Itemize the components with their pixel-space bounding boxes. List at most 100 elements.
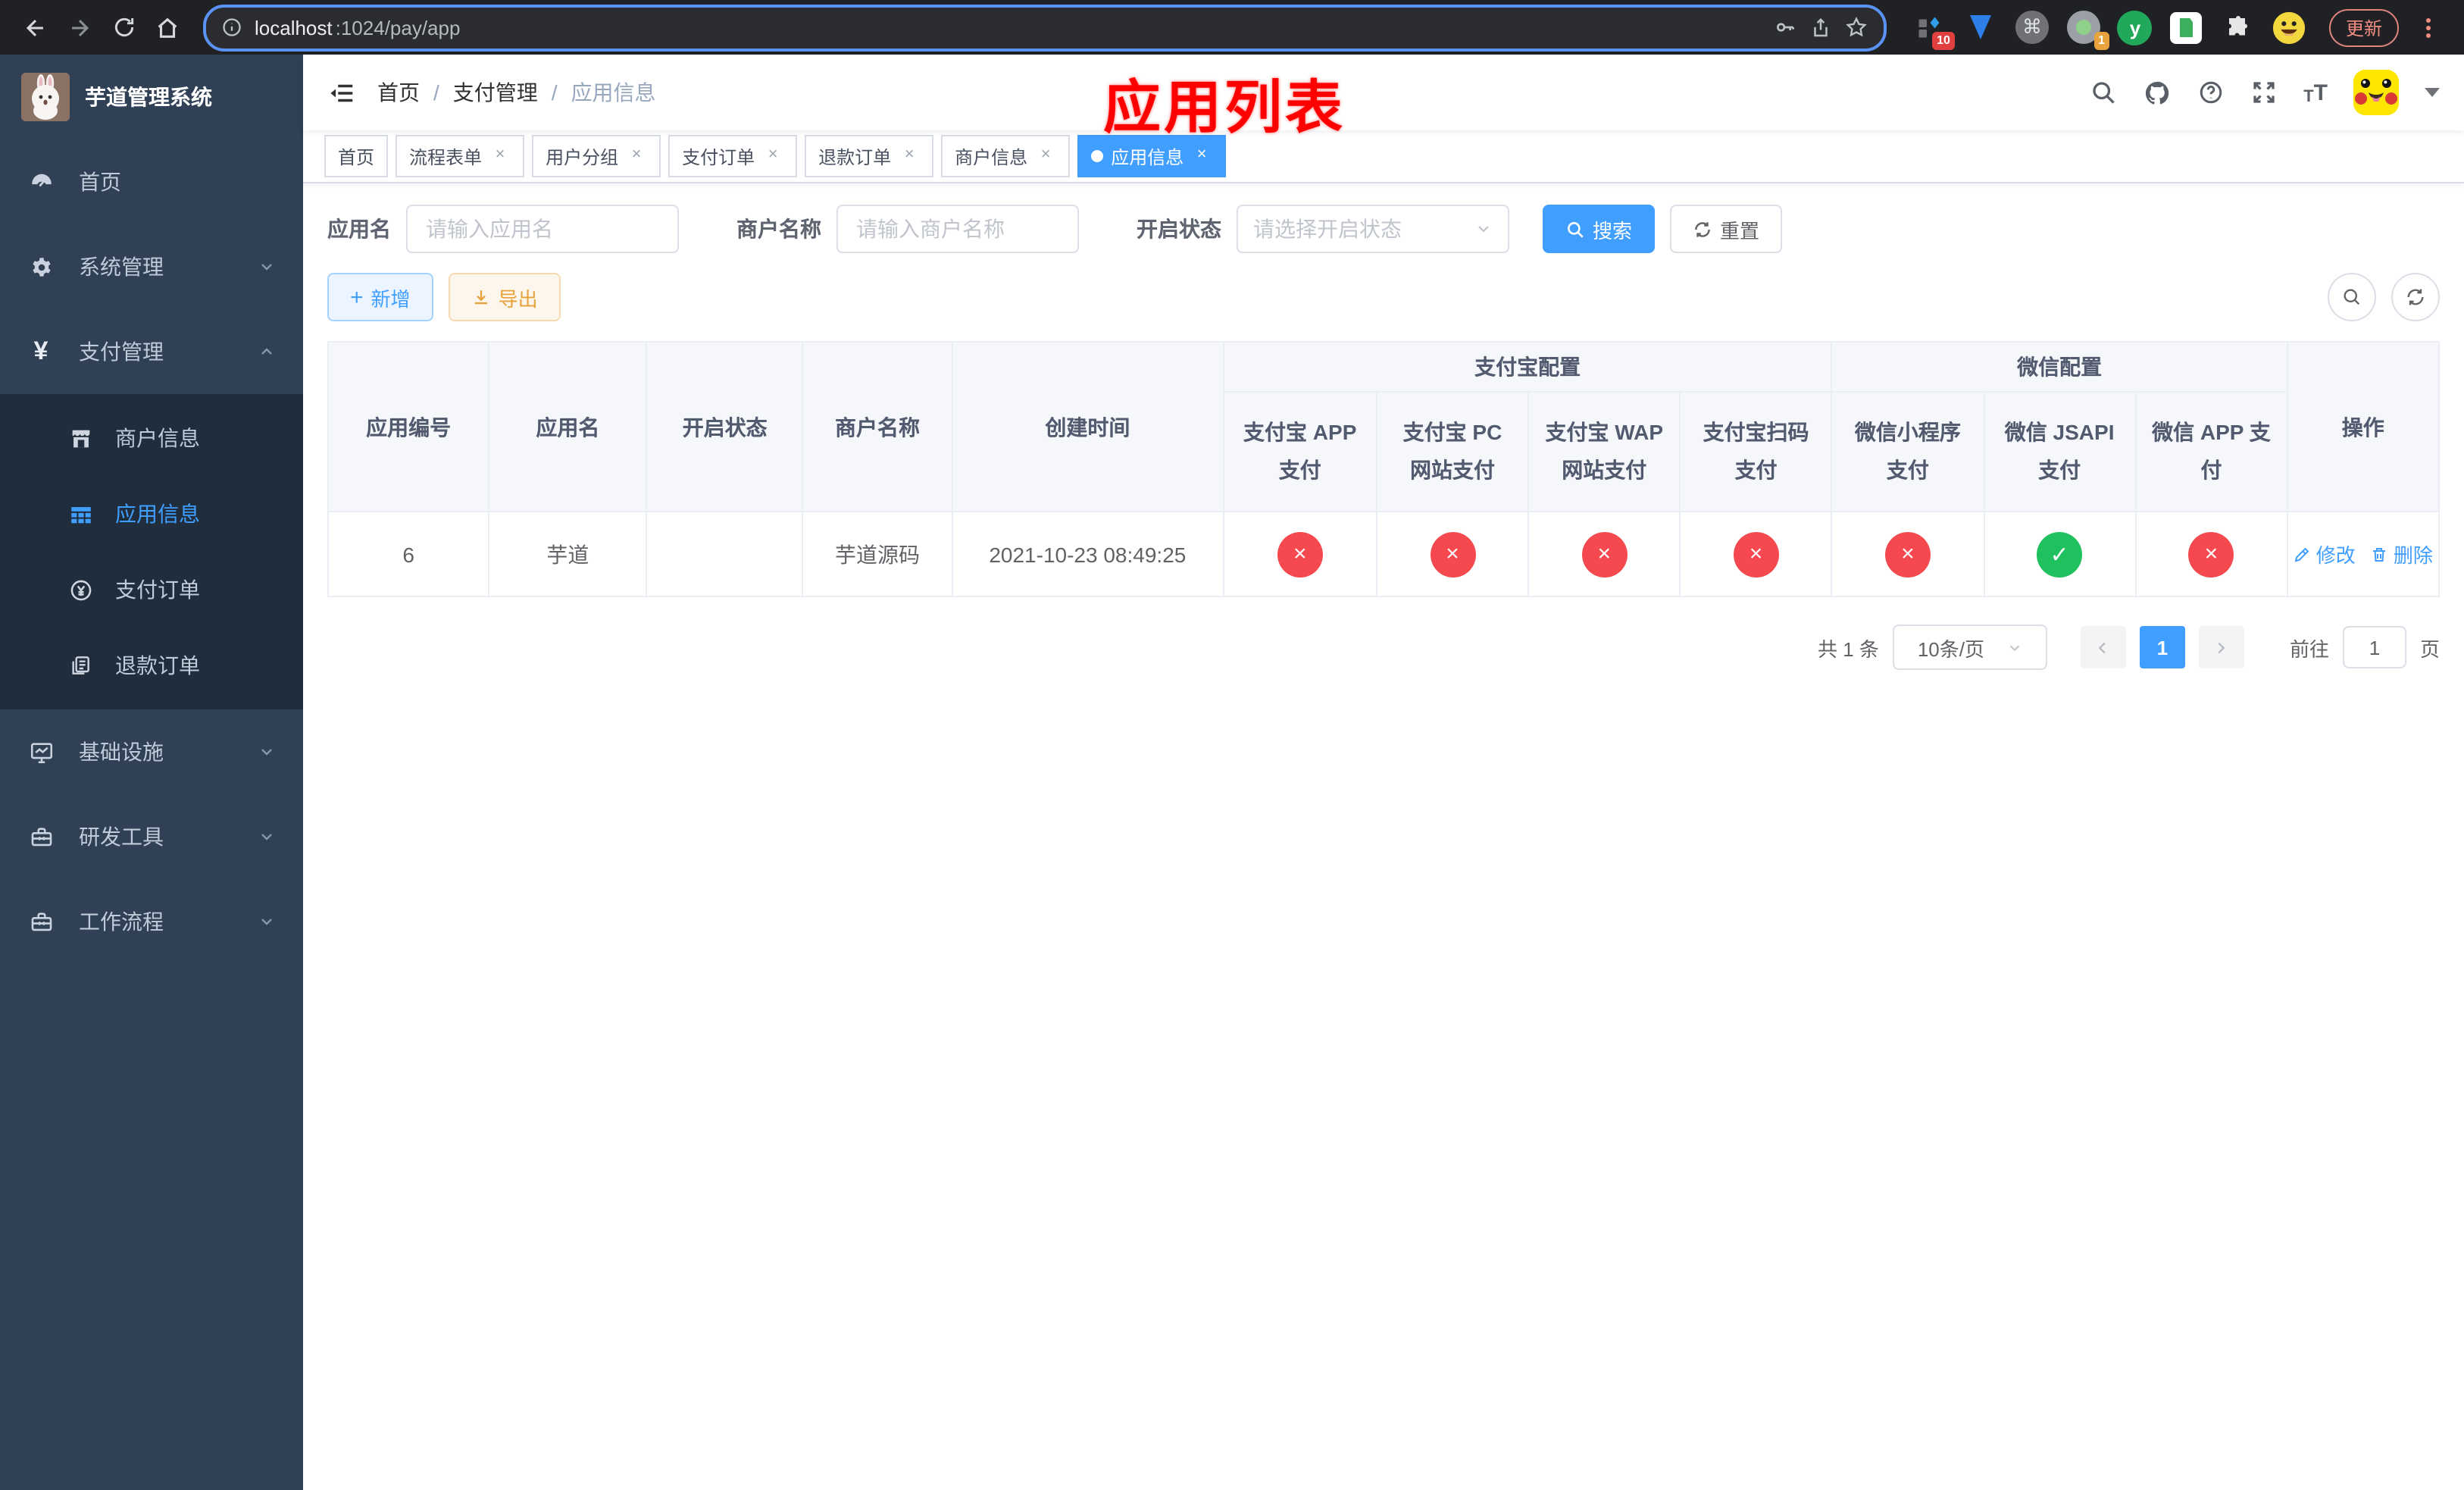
close-tab-icon[interactable]: × (899, 146, 920, 167)
document-copy-icon (67, 653, 94, 678)
share-icon[interactable] (1809, 16, 1832, 39)
url-path: :1024/pay/app (335, 16, 461, 39)
forward-icon[interactable] (59, 7, 100, 48)
url-host: localhost (255, 16, 333, 39)
sidebar-item-merchant-info[interactable]: 商户信息 (0, 400, 303, 476)
export-button[interactable]: 导出 (448, 273, 561, 321)
merchant-name-input[interactable] (836, 205, 1079, 253)
toolbox-icon (27, 824, 55, 850)
page-size-select[interactable]: 10条/页 (1892, 624, 2047, 670)
extension-doc-icon[interactable] (2169, 9, 2205, 45)
cell-app-id: 6 (327, 511, 490, 597)
chevron-down-icon (258, 912, 276, 931)
col-app-name: 应用名 (488, 341, 648, 512)
page-1-button[interactable]: 1 (2139, 626, 2185, 668)
sidebar-item-home[interactable]: 首页 (0, 139, 303, 224)
sidebar-item-label: 系统管理 (79, 255, 164, 279)
address-bar[interactable]: localhost:1024/pay/app (203, 4, 1887, 51)
col-merchant: 商户名称 (802, 341, 953, 512)
sidebar-item-dev-tools[interactable]: 研发工具 (0, 794, 303, 879)
status-select-placeholder: 请选择开启状态 (1253, 217, 1402, 241)
app-title: 芋道管理系统 (85, 85, 212, 109)
delete-link[interactable]: 删除 (2371, 540, 2433, 568)
home-icon[interactable] (147, 7, 188, 48)
password-key-icon[interactable] (1773, 15, 1797, 39)
col-alipay-app: 支付宝 APP 支付 (1222, 391, 1377, 512)
prev-page-button[interactable] (2080, 626, 2126, 668)
sidebar-item-workflow[interactable]: 工作流程 (0, 879, 303, 964)
tab-process-form[interactable]: 流程表单 × (396, 135, 525, 177)
toggle-search-button[interactable] (2328, 273, 2376, 321)
font-size-icon[interactable]: TT (2303, 80, 2328, 105)
sidebar-item-refund-order[interactable]: 退款订单 (0, 628, 303, 703)
search-button[interactable]: 搜索 (1543, 205, 1656, 253)
sidebar-logo[interactable]: 芋道管理系统 (0, 55, 303, 139)
add-button[interactable]: + 新增 (327, 273, 433, 321)
active-tab-dot (1091, 150, 1104, 162)
sidebar-item-app-info[interactable]: 应用信息 (0, 476, 303, 552)
status-select[interactable]: 请选择开启状态 (1237, 205, 1509, 253)
back-icon[interactable] (15, 7, 56, 48)
breadcrumb-home[interactable]: 首页 (377, 77, 420, 108)
tab-home[interactable]: 首页 (324, 135, 389, 177)
refresh-table-button[interactable] (2391, 273, 2440, 321)
next-page-button[interactable] (2198, 626, 2244, 668)
sidebar-fold-icon[interactable] (327, 78, 356, 107)
coin-yen-icon (67, 577, 94, 603)
sidebar-menu: 首页 系统管理 ¥ 支付管理 商户信息 应用信息 支付订单 退款订单 基础设施 … (0, 139, 303, 1490)
chevron-down-icon (258, 743, 276, 761)
reload-icon[interactable] (103, 7, 144, 48)
sidebar-item-label: 支付订单 (115, 578, 200, 602)
extension-command-icon[interactable]: ⌘ (2014, 9, 2050, 45)
chevron-down-icon (2006, 639, 2022, 656)
user-avatar[interactable] (2353, 70, 2399, 115)
breadcrumb-payment[interactable]: 支付管理 (453, 77, 538, 108)
extension-y-icon[interactable]: y (2117, 9, 2153, 45)
alipay-pc-status-icon: × (1430, 531, 1475, 577)
close-tab-icon[interactable]: × (489, 146, 511, 167)
cell-merchant: 芋道源码 (802, 511, 953, 597)
extension-puzzle-icon[interactable] (2220, 9, 2256, 45)
browser-menu-icon[interactable] (2426, 17, 2431, 37)
chevron-down-icon (1474, 220, 1493, 238)
pagination-total: 共 1 条 (1818, 637, 1879, 660)
grid-table-icon (67, 501, 94, 527)
tab-refund-order[interactable]: 退款订单 × (805, 135, 934, 177)
chrome-update-button[interactable]: 更新 (2328, 8, 2399, 46)
close-tab-icon[interactable]: × (762, 146, 783, 167)
header-search-icon[interactable] (2090, 79, 2117, 106)
tab-merchant-info[interactable]: 商户信息 × (941, 135, 1071, 177)
profile-avatar-icon[interactable] (2272, 9, 2308, 45)
extension-target-icon[interactable]: 1 (2065, 9, 2109, 50)
help-question-icon[interactable] (2197, 79, 2225, 106)
close-tab-icon[interactable]: × (1191, 146, 1212, 167)
avatar-caret-icon[interactable] (2425, 88, 2440, 97)
logo-rabbit-image (21, 73, 70, 121)
goto-page-input[interactable] (2342, 626, 2406, 668)
browser-toolbar: localhost:1024/pay/app 10 ⌘ 1 y 更新 (0, 0, 2464, 55)
col-group-wechat: 微信配置 (1831, 341, 2288, 393)
dashboard-icon (27, 169, 55, 195)
sidebar-item-pay-order[interactable]: 支付订单 (0, 552, 303, 628)
close-tab-icon[interactable]: × (1035, 146, 1056, 167)
info-icon[interactable] (221, 17, 242, 38)
tab-app-info[interactable]: 应用信息 × (1077, 135, 1227, 177)
reset-button[interactable]: 重置 (1670, 205, 1783, 253)
extension-gem-icon[interactable] (1962, 9, 1999, 45)
sidebar-item-payment[interactable]: ¥ 支付管理 (0, 309, 303, 394)
tab-user-group[interactable]: 用户分组 × (532, 135, 661, 177)
app-name-label: 应用名 (327, 217, 391, 241)
sidebar-item-infrastructure[interactable]: 基础设施 (0, 709, 303, 794)
extension-tiles-icon[interactable]: 10 (1911, 9, 1955, 50)
github-icon[interactable] (2143, 78, 2172, 107)
fullscreen-icon[interactable] (2250, 79, 2278, 106)
app-name-input[interactable] (406, 205, 679, 253)
briefcase-icon (27, 909, 55, 934)
tab-pay-order[interactable]: 支付订单 × (668, 135, 798, 177)
status-label: 开启状态 (1137, 217, 1221, 241)
bookmark-star-icon[interactable] (1844, 15, 1868, 39)
col-alipay-wap: 支付宝 WAP 网站支付 (1527, 391, 1681, 512)
edit-link[interactable]: 修改 (2294, 540, 2356, 568)
close-tab-icon[interactable]: × (626, 146, 647, 167)
sidebar-item-system[interactable]: 系统管理 (0, 224, 303, 309)
